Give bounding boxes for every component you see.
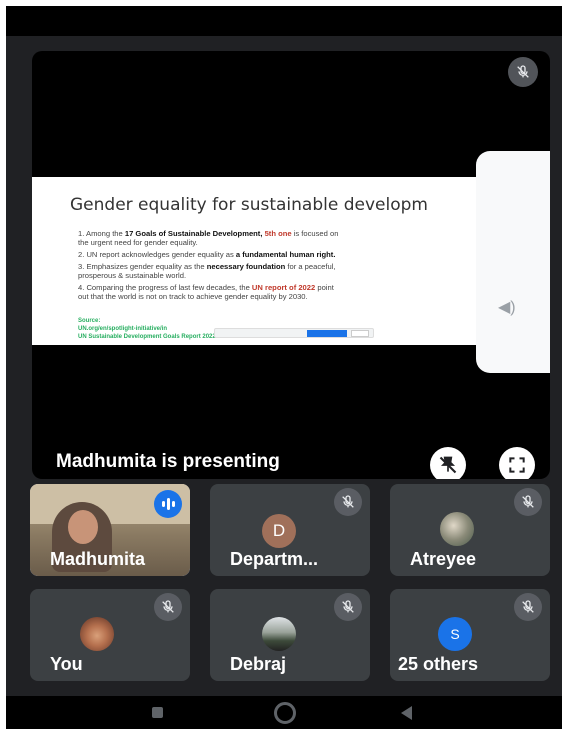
slide-side-panel <box>476 151 550 373</box>
stop-sharing-button <box>307 330 347 337</box>
participant-tile-atreyee[interactable]: Atreyee <box>390 484 550 576</box>
mic-off-icon <box>514 488 542 516</box>
slide-point-4: 4. Comparing the progress of last few de… <box>78 283 538 301</box>
participant-name: You <box>50 654 83 674</box>
participant-tile-others[interactable]: S 25 others <box>390 589 550 681</box>
slide-title: Gender equality for sustainable developm <box>70 195 428 215</box>
point-highlight: UN report of 2022 <box>251 283 316 292</box>
point-text: 1. Among the <box>78 229 125 238</box>
screen-share-bar <box>214 328 374 338</box>
slide-point-3: 3. Emphasizes gender equality as the nec… <box>78 262 538 280</box>
mic-off-icon <box>154 593 182 621</box>
point-bold: necessary foundation <box>206 262 286 271</box>
point-text-line2: prosperous & sustainable world. <box>78 271 187 280</box>
hide-button <box>351 330 369 337</box>
point-text-line2: out that the world is not on track to ac… <box>78 292 308 301</box>
speaker-icon: ◀) <box>498 299 516 316</box>
slide-source: Source: UN.org/en/spotlight-initiative/i… <box>78 317 216 341</box>
status-bar <box>6 6 562 36</box>
audio-level-icon <box>154 490 182 518</box>
point-bold: a fundamental human right. <box>235 250 336 259</box>
home-button[interactable] <box>274 702 296 724</box>
presenter-label: Madhumita is presenting <box>56 451 280 472</box>
mic-off-icon <box>514 593 542 621</box>
point-text: 2. UN report acknowledges gender equalit… <box>78 250 236 259</box>
point-text: for a peaceful, <box>285 262 336 271</box>
video-face <box>68 510 98 544</box>
point-text: is focused on <box>291 229 339 238</box>
participant-name: 25 others <box>398 654 479 674</box>
source-label: Source: <box>78 318 101 324</box>
participant-tile-department[interactable]: D Departm... <box>210 484 370 576</box>
avatar <box>440 512 474 546</box>
point-text: 3. Emphasizes gender equality as the <box>78 262 207 271</box>
avatar: D <box>262 514 296 548</box>
back-button[interactable] <box>401 706 412 720</box>
participant-name: Debraj <box>230 654 287 674</box>
meet-app: Gender equality for sustainable developm… <box>6 6 562 729</box>
participant-name: Madhumita <box>50 549 146 569</box>
presentation-stage[interactable]: Gender equality for sustainable developm… <box>32 51 550 479</box>
navigation-bar <box>6 696 562 729</box>
point-text: 4. Comparing the progress of last few de… <box>78 283 252 292</box>
source-link-1: UN.org/en/spotlight-initiative/in <box>78 326 167 332</box>
slide-point-2: 2. UN report acknowledges gender equalit… <box>78 250 538 259</box>
participant-name: Atreyee <box>410 549 477 569</box>
mic-off-icon <box>334 593 362 621</box>
participant-tile-debraj[interactable]: Debraj <box>210 589 370 681</box>
avatar <box>262 617 296 651</box>
participant-tile-you[interactable]: You <box>30 589 190 681</box>
point-bold: 17 Goals of Sustainable Development, <box>124 229 265 238</box>
unpin-button[interactable] <box>430 447 466 479</box>
unpin-icon <box>439 456 457 474</box>
avatar: S <box>438 617 472 651</box>
avatar <box>80 617 114 651</box>
slide-points: 1. Among the 17 Goals of Sustainable Dev… <box>78 229 538 304</box>
shared-slide: Gender equality for sustainable developm… <box>32 177 550 345</box>
mic-off-icon <box>334 488 362 516</box>
point-text-line2: the urgent need for gender equality. <box>78 238 198 247</box>
participant-tile-madhumita[interactable]: Madhumita <box>30 484 190 576</box>
fullscreen-button[interactable] <box>499 447 535 479</box>
recents-button[interactable] <box>152 707 163 718</box>
source-link-2: UN Sustainable Development Goals Report … <box>78 334 216 340</box>
point-highlight: 5th one <box>264 229 292 238</box>
participant-name: Departm... <box>230 549 319 569</box>
fullscreen-icon <box>509 457 525 473</box>
point-text: point <box>315 283 334 292</box>
mic-off-icon <box>508 57 538 87</box>
slide-point-1: 1. Among the 17 Goals of Sustainable Dev… <box>78 229 538 247</box>
